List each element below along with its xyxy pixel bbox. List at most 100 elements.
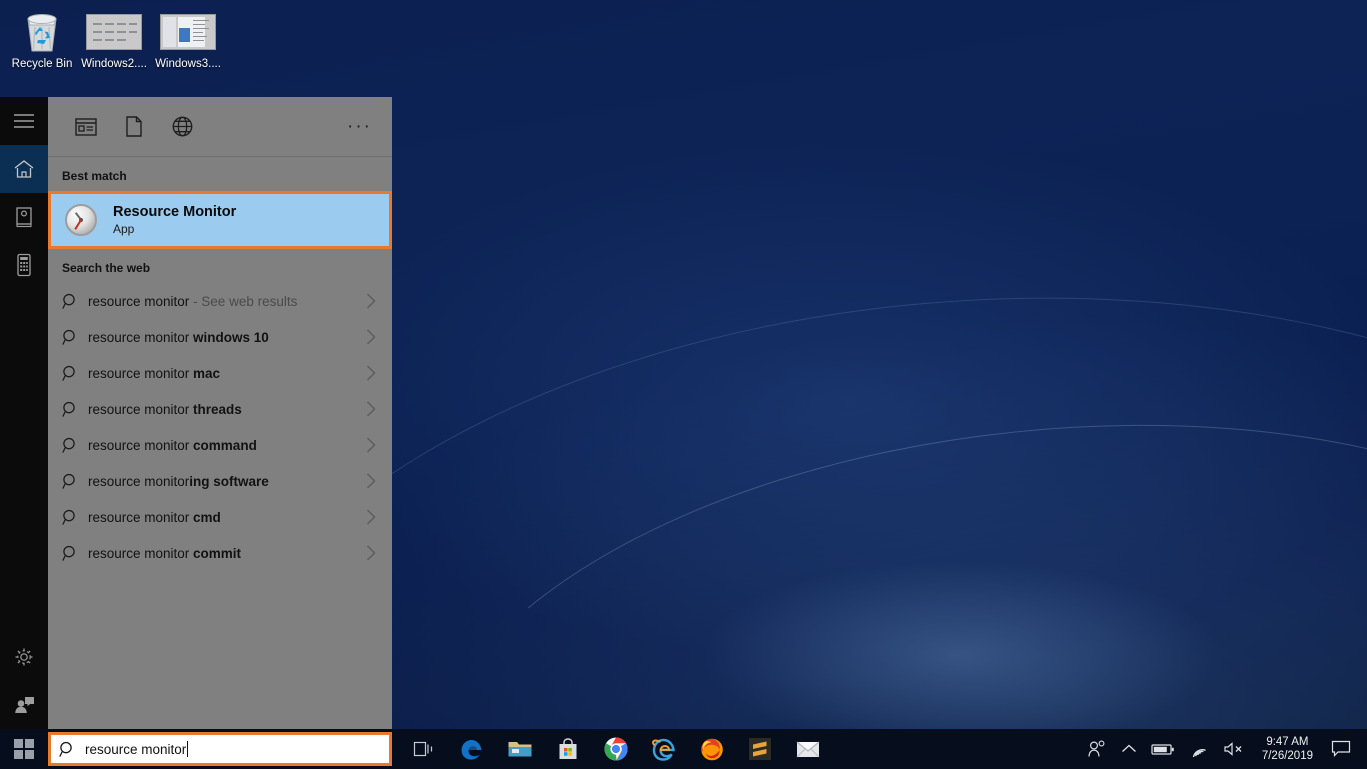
taskbar-app-icons [400,729,832,769]
tray-battery-button[interactable] [1144,729,1182,769]
taskbar-app-sublime-text[interactable] [736,729,784,769]
web-suggestion-label: resource monitor windows 10 [88,329,269,345]
taskbar: resource monitor 9:47 AM 7/26/2019 [0,729,1367,769]
search-input[interactable]: resource monitor [85,741,189,757]
image-thumbnail-icon [76,8,152,56]
wifi-icon [1189,741,1209,757]
tray-people-button[interactable] [1080,729,1114,769]
desktop-icon-windows2[interactable]: Windows2.... [76,8,152,71]
sidebar-item-calculator[interactable] [0,241,48,289]
web-suggestion-list: resource monitor - See web results resour… [48,283,392,571]
taskbar-app-microsoft-edge[interactable] [448,729,496,769]
wallpaper-glow [700,560,1220,750]
sidebar-item-documents[interactable] [0,193,48,241]
search-icon [59,741,85,758]
chevron-right-icon[interactable] [360,292,382,310]
desktop-icon-recycle-bin[interactable]: Recycle Bin [4,8,80,71]
mail-envelope-icon [795,738,821,760]
filter-tab-documents[interactable] [110,107,158,147]
sidebar-item-settings[interactable] [0,633,48,681]
clock-time: 9:47 AM [1266,736,1309,748]
chevron-right-icon[interactable] [360,364,382,382]
search-flyout-panel: ··· Best match Resource Monitor App Sear… [0,97,392,729]
filter-more-button[interactable]: ··· [347,116,378,138]
best-match-subtitle: App [113,221,135,236]
person-feedback-icon [13,695,35,715]
chevron-right-icon[interactable] [360,400,382,418]
best-match-result-resource-monitor[interactable]: Resource Monitor App [48,191,392,249]
edge-icon [459,736,485,762]
web-suggestion-item[interactable]: resource monitor threads [48,391,392,427]
taskbar-search-box[interactable]: resource monitor [48,732,392,766]
sidebar-item-feedback[interactable] [0,681,48,729]
web-suggestion-item[interactable]: resource monitor commit [48,535,392,571]
calculator-icon [16,253,32,277]
search-filter-bar: ··· [48,97,392,157]
search-icon [62,437,88,454]
web-suggestion-label: resource monitor cmd [88,509,221,525]
speaker-muted-icon [1223,741,1245,757]
filter-tab-web[interactable] [158,107,206,147]
text-caret [187,741,189,757]
gear-icon [14,647,34,667]
web-suggestion-label: resource monitoring software [88,473,269,489]
system-tray: 9:47 AM 7/26/2019 [1080,729,1367,769]
web-suggestion-label: resource monitor - See web results [88,293,298,309]
taskbar-app-mozilla-firefox[interactable] [688,729,736,769]
firefox-icon [699,736,725,762]
chevron-right-icon[interactable] [360,436,382,454]
search-icon [62,401,88,418]
desktop-icon-windows3[interactable]: Windows3.... [150,8,226,71]
web-suggestion-item[interactable]: resource monitoring software [48,463,392,499]
chevron-right-icon[interactable] [360,328,382,346]
desktop-icon-label: Recycle Bin [11,58,73,70]
taskbar-app-microsoft-store[interactable] [544,729,592,769]
tray-show-hidden-icons-button[interactable] [1114,729,1144,769]
filter-tab-apps[interactable] [62,107,110,147]
resource-monitor-gauge-icon [65,204,97,236]
search-icon [62,329,88,346]
apps-window-icon [75,117,97,136]
document-book-icon [14,206,34,228]
sidebar-item-home[interactable] [0,145,48,193]
web-suggestion-item[interactable]: resource monitor mac [48,355,392,391]
search-left-rail [0,97,48,729]
chevron-up-icon [1121,743,1137,755]
battery-icon [1151,742,1175,756]
web-suggestion-item[interactable]: resource monitor - See web results [48,283,392,319]
home-icon [13,159,35,179]
best-match-heading: Best match [62,169,127,183]
web-suggestion-label: resource monitor mac [88,365,221,381]
start-button[interactable] [0,729,48,769]
taskbar-app-file-explorer[interactable] [496,729,544,769]
search-icon [62,293,88,310]
taskbar-clock[interactable]: 9:47 AM 7/26/2019 [1252,729,1323,769]
search-panel-body: ··· Best match Resource Monitor App Sear… [48,97,392,729]
search-the-web-heading: Search the web [62,261,151,275]
chevron-right-icon[interactable] [360,472,382,490]
globe-icon [172,116,193,137]
folder-icon [507,738,533,760]
chevron-right-icon[interactable] [360,544,382,562]
web-suggestion-item[interactable]: resource monitor command [48,427,392,463]
windows-logo-icon [14,739,34,759]
tray-volume-button[interactable] [1216,729,1252,769]
hamburger-menu-button[interactable] [0,97,48,145]
desktop-icon-label: Windows2.... [81,58,147,70]
chrome-icon [603,736,629,762]
store-bag-icon [556,737,580,761]
taskbar-app-task-view[interactable] [400,729,448,769]
web-suggestion-label: resource monitor command [88,437,257,453]
action-center-button[interactable] [1323,729,1363,769]
web-suggestion-item[interactable]: resource monitor cmd [48,499,392,535]
search-icon [62,365,88,382]
web-suggestion-item[interactable]: resource monitor windows 10 [48,319,392,355]
sublime-text-icon [748,737,772,761]
people-icon [1087,740,1107,758]
best-match-title: Resource Monitor [113,204,237,221]
chevron-right-icon[interactable] [360,508,382,526]
taskbar-app-internet-explorer[interactable] [640,729,688,769]
taskbar-app-mail[interactable] [784,729,832,769]
taskbar-app-google-chrome[interactable] [592,729,640,769]
tray-network-button[interactable] [1182,729,1216,769]
